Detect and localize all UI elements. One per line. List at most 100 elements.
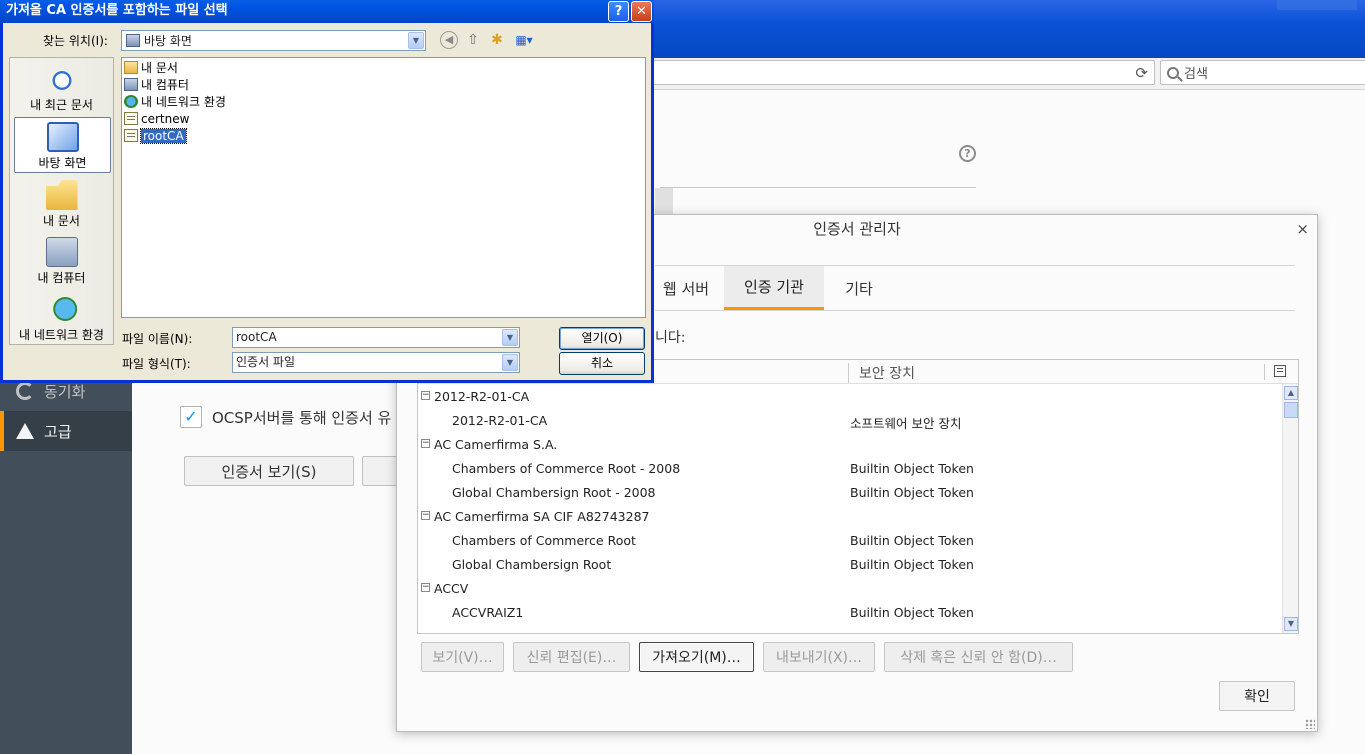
tree-group-row[interactable]: − AC Camerfirma SA CIF A82743287 (418, 504, 1282, 528)
ok-button[interactable]: 확인 (1219, 681, 1295, 711)
up-folder-icon[interactable]: ⇧ (464, 31, 482, 49)
reload-icon[interactable]: ⟳ (1135, 64, 1148, 82)
close-icon[interactable]: × (1296, 220, 1309, 238)
view-button[interactable]: 보기(V)… (421, 642, 504, 672)
search-placeholder: 검색 (1184, 67, 1208, 82)
cert-name: Chambers of Commerce Root - 2008 (452, 461, 681, 476)
search-icon (1167, 66, 1179, 79)
file-name: rootCA (140, 127, 187, 144)
sidebar-item-label: 동기화 (44, 382, 86, 401)
collapse-icon[interactable]: − (421, 439, 430, 448)
delete-or-distrust-button[interactable]: 삭제 혹은 신뢰 안 함(D)… (884, 642, 1073, 672)
edit-trust-button[interactable]: 신뢰 편집(E)… (513, 642, 630, 672)
place-label: 내 컴퓨터 (37, 271, 86, 285)
collapse-icon[interactable]: − (421, 511, 430, 520)
table-row[interactable]: Chambers of Commerce Root Builtin Object … (418, 528, 1282, 552)
export-button[interactable]: 내보내기(X)… (763, 642, 875, 672)
certificate-file-icon (124, 112, 138, 125)
chevron-down-icon[interactable]: ▼ (408, 32, 424, 49)
filetype-dropdown[interactable]: 인증서 파일 ▼ (232, 352, 520, 373)
certificate-tree[interactable]: 보안 장치 −2012-R2-01-CA 2012-R2-01-CA 소프트웨어 보… (417, 359, 1299, 634)
tree-group-row[interactable]: − ACCV (418, 576, 1282, 600)
place-my-documents[interactable]: 내 문서 (10, 176, 113, 232)
file-name: 내 컴퓨터 (141, 78, 189, 92)
place-my-computer[interactable]: 내 컴퓨터 (10, 233, 113, 289)
list-item[interactable]: 내 컴퓨터 (124, 76, 189, 93)
security-device: Builtin Object Token (850, 485, 974, 500)
place-label: 바탕 화면 (38, 156, 87, 170)
cert-name: AC Camerfirma S.A. (434, 437, 558, 452)
divider (660, 187, 976, 188)
ocsp-label: OCSP서버를 통해 인증서 유 (212, 408, 392, 427)
column-picker-icon[interactable] (1274, 365, 1286, 377)
divider (655, 310, 1295, 311)
file-name: certnew (141, 111, 190, 126)
look-in-dropdown[interactable]: 바탕 화면 ▼ (121, 30, 426, 51)
search-input[interactable]: 검색 (1160, 60, 1365, 85)
filename-input[interactable]: rootCA ▼ (232, 327, 520, 348)
table-row[interactable]: Chambers of Commerce Root - 2008 Builtin … (418, 456, 1282, 480)
window-controls (1277, 0, 1357, 10)
table-row[interactable]: Global Chambersign Root Builtin Object To… (418, 552, 1282, 576)
place-desktop[interactable]: 바탕 화면 (14, 117, 111, 173)
filename-value: rootCA (236, 330, 277, 344)
computer-icon (124, 78, 138, 91)
security-device: Builtin Object Token (850, 557, 974, 572)
list-item[interactable]: 내 네트워크 환경 (124, 93, 226, 110)
my-computer-icon (45, 237, 78, 267)
close-icon[interactable]: ✕ (631, 1, 652, 22)
vertical-scrollbar[interactable]: ▲ ▼ (1282, 384, 1298, 633)
chevron-down-icon[interactable]: ▼ (502, 329, 518, 346)
file-open-dialog: 가져올 CA 인증서를 포함하는 파일 선택 ? ✕ 찾는 위치(I): 바탕 … (0, 0, 654, 383)
scroll-down-icon[interactable]: ▼ (1284, 617, 1298, 631)
chevron-down-icon[interactable]: ▼ (502, 354, 518, 371)
tree-group-row[interactable]: − AC Camerfirma S.A. (418, 432, 1282, 456)
ocsp-checkbox[interactable]: ✓ (180, 406, 202, 428)
url-bar[interactable]: ⟳ (640, 60, 1155, 85)
filetype-label: 파일 형식(T): (122, 357, 191, 371)
resize-grip-icon[interactable] (1305, 719, 1315, 729)
help-icon[interactable]: ? (608, 1, 629, 22)
tab-others[interactable]: 기타 (834, 266, 884, 310)
filename-label: 파일 이름(N): (122, 332, 193, 346)
open-button[interactable]: 열기(O) (559, 327, 645, 350)
views-menu-icon[interactable]: ▦▾ (512, 31, 536, 49)
help-icon[interactable]: ? (959, 145, 976, 162)
view-certificates-button[interactable]: 인증서 보기(S) (184, 456, 354, 486)
place-network[interactable]: 내 네트워크 환경 (10, 290, 113, 346)
cert-name: 2012-R2-01-CA (434, 389, 530, 404)
tree-group-row[interactable]: −2012-R2-01-CA (418, 384, 1282, 408)
my-documents-icon (45, 180, 78, 210)
cert-name: Global Chambersign Root - 2008 (452, 485, 656, 500)
collapse-icon[interactable]: − (421, 391, 430, 400)
list-item[interactable]: certnew (124, 110, 189, 127)
place-recent-documents[interactable]: 내 최근 문서 (10, 60, 113, 116)
column-header-security-device[interactable]: 보안 장치 (848, 363, 915, 383)
advanced-icon (16, 423, 34, 439)
scroll-up-icon[interactable]: ▲ (1284, 386, 1298, 400)
table-row[interactable]: Global Chambersign Root - 2008 Builtin Ob… (418, 480, 1282, 504)
list-item-selected[interactable]: rootCA (124, 127, 187, 144)
table-row[interactable]: 2012-R2-01-CA 소프트웨어 보안 장치 (418, 408, 1282, 432)
security-device: Builtin Object Token (850, 605, 974, 620)
dialog-titlebar[interactable]: 가져올 CA 인증서를 포함하는 파일 선택 ? ✕ (0, 0, 654, 23)
cert-name: AC Camerfirma SA CIF A82743287 (434, 509, 650, 524)
import-button[interactable]: 가져오기(M)… (639, 642, 754, 672)
places-bar: 내 최근 문서 바탕 화면 내 문서 내 컴퓨터 내 네트워크 환경 (9, 57, 114, 345)
tab-authorities[interactable]: 인증 기관 (724, 266, 824, 310)
cert-name: ACCVRAIZ1 (452, 605, 524, 620)
list-item[interactable]: 내 문서 (124, 59, 178, 76)
file-name: 내 네트워크 환경 (141, 95, 226, 109)
cancel-button[interactable]: 취소 (559, 352, 645, 375)
network-icon (45, 294, 78, 324)
scroll-thumb[interactable] (1284, 402, 1298, 418)
back-icon[interactable]: ◀ (440, 31, 458, 49)
file-name: 내 문서 (141, 61, 178, 75)
certificate-file-icon (124, 129, 138, 142)
sidebar-item-advanced[interactable]: 고급 (0, 411, 132, 451)
table-row[interactable]: ACCVRAIZ1 Builtin Object Token (418, 600, 1282, 624)
collapse-icon[interactable]: − (421, 583, 430, 592)
new-folder-icon[interactable]: ✱ (488, 31, 506, 49)
tab-web-servers[interactable]: 웹 서버 (655, 266, 717, 310)
file-list[interactable]: 내 문서 내 컴퓨터 내 네트워크 환경 certnew rootCA (121, 57, 646, 318)
